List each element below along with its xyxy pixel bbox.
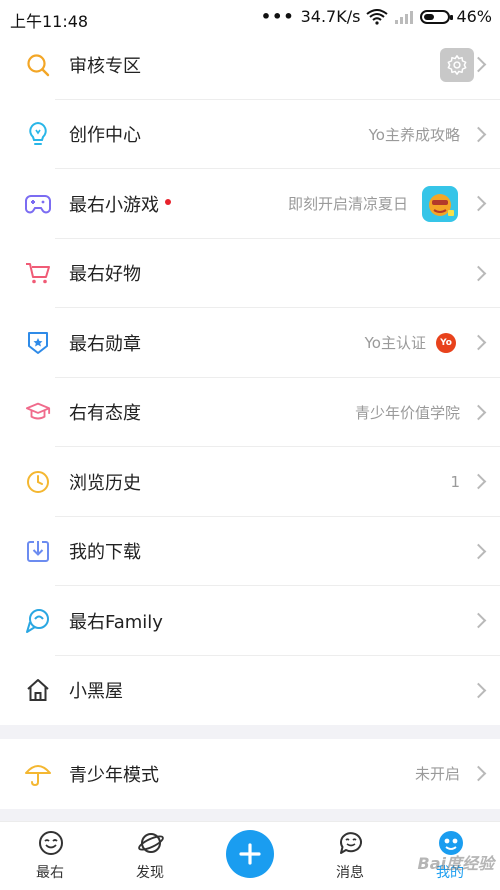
menu-item-creator-center[interactable]: 创作中心 Yo主养成攻略: [0, 100, 500, 169]
game-thumbnail: [422, 185, 458, 222]
section-gap: [0, 725, 500, 739]
chevron-right-icon: [470, 265, 487, 282]
graduation-cap-icon: [25, 399, 51, 425]
download-icon: [25, 538, 51, 564]
family-icon: [25, 608, 51, 634]
umbrella-icon: [25, 761, 51, 787]
chevron-right-icon: [470, 404, 487, 421]
battery-percent: 46%: [456, 7, 492, 26]
youth-mode-status: 未开启: [414, 765, 460, 784]
chevron-right-icon: [470, 195, 487, 212]
lightbulb-icon: [25, 121, 51, 147]
menu-item-label: 青少年模式: [69, 764, 159, 786]
status-time: 上午11:48: [10, 12, 89, 31]
wifi-icon: [366, 8, 389, 25]
medal-icon: [25, 330, 51, 356]
plus-icon: [239, 843, 261, 865]
tab-label: 消息: [336, 865, 364, 881]
menu-item-label: 浏览历史: [69, 472, 141, 494]
settings-gear-button[interactable]: [440, 47, 474, 82]
menu-item-label: 创作中心: [69, 125, 141, 147]
history-count: 1: [450, 472, 460, 491]
menu-item-label: 最右勋章: [69, 333, 141, 355]
status-right: ••• 34.7K/s 46%: [261, 7, 492, 26]
menu-item-label: 审核专区: [69, 55, 141, 77]
clock-icon: [25, 469, 51, 495]
menu-item-label-text: 最右小游戏: [69, 194, 159, 216]
shopping-cart-icon: [25, 260, 51, 286]
menu-item-downloads[interactable]: 我的下载: [0, 517, 500, 586]
menu-item-history[interactable]: 浏览历史 1: [0, 447, 500, 517]
menu-item-youth-mode[interactable]: 青少年模式 未开启: [0, 739, 500, 809]
signal-icon: [395, 10, 414, 24]
settings-menu-list: 审核专区 创作中心 Yo主养成攻略 最右小游戏 即刻开启清凉夏日 最右好物 最右…: [0, 30, 500, 823]
menu-item-subtitle: Yo主认证: [364, 334, 426, 353]
menu-item-subtitle: 即刻开启清凉夏日: [287, 195, 408, 214]
planet-icon: [138, 833, 164, 853]
new-dot-badge: [165, 198, 171, 205]
menu-item-attitude[interactable]: 右有态度 青少年价值学院: [0, 378, 500, 447]
menu-item-label: 最右小游戏: [69, 191, 171, 217]
menu-item-label: 最右好物: [69, 264, 141, 286]
menu-item-review[interactable]: 审核专区: [0, 30, 500, 100]
menu-item-subtitle: Yo主养成攻略: [368, 125, 460, 144]
tab-label: 发现: [136, 865, 164, 881]
menu-item-subtitle: 青少年价值学院: [354, 403, 460, 422]
house-icon: [25, 677, 51, 703]
chevron-right-icon: [470, 126, 487, 143]
watermark: Bai度经验: [417, 854, 494, 873]
menu-item-mini-games[interactable]: 最右小游戏 即刻开启清凉夏日: [0, 169, 500, 239]
menu-item-label: 我的下载: [69, 542, 141, 564]
chevron-right-icon: [470, 682, 487, 699]
tab-discover[interactable]: 发现: [110, 822, 190, 890]
more-dots-icon: •••: [260, 7, 295, 26]
network-speed: 34.7K/s: [300, 7, 361, 26]
smiley-icon: [39, 831, 63, 855]
menu-item-good-stuff[interactable]: 最右好物: [0, 239, 500, 308]
chevron-right-icon: [470, 334, 487, 351]
yo-badge: Yo: [436, 332, 456, 353]
bottom-tab-bar: 最右 发现 消息 我的 Bai度经验: [0, 821, 500, 890]
menu-item-blacklist[interactable]: 小黑屋: [0, 656, 500, 726]
menu-item-medals[interactable]: 最右勋章 Yo主认证 Yo: [0, 308, 500, 378]
chevron-right-icon: [470, 473, 487, 490]
menu-item-label: 最右Family: [69, 611, 163, 633]
menu-item-label: 右有态度: [69, 403, 141, 425]
tab-messages[interactable]: 消息: [310, 822, 390, 890]
chevron-right-icon: [470, 612, 487, 629]
tab-label: 最右: [36, 865, 64, 881]
search-icon: [25, 52, 51, 78]
gear-icon: [447, 54, 467, 75]
chevron-right-icon: [470, 765, 487, 782]
gamepad-icon: [25, 191, 51, 217]
battery-icon: [420, 9, 454, 24]
menu-item-family[interactable]: 最右Family: [0, 586, 500, 656]
tab-home[interactable]: 最右: [10, 822, 90, 890]
menu-item-label: 小黑屋: [69, 681, 123, 703]
create-post-button[interactable]: [226, 830, 274, 878]
message-icon: [340, 832, 362, 854]
chevron-right-icon: [470, 543, 487, 560]
